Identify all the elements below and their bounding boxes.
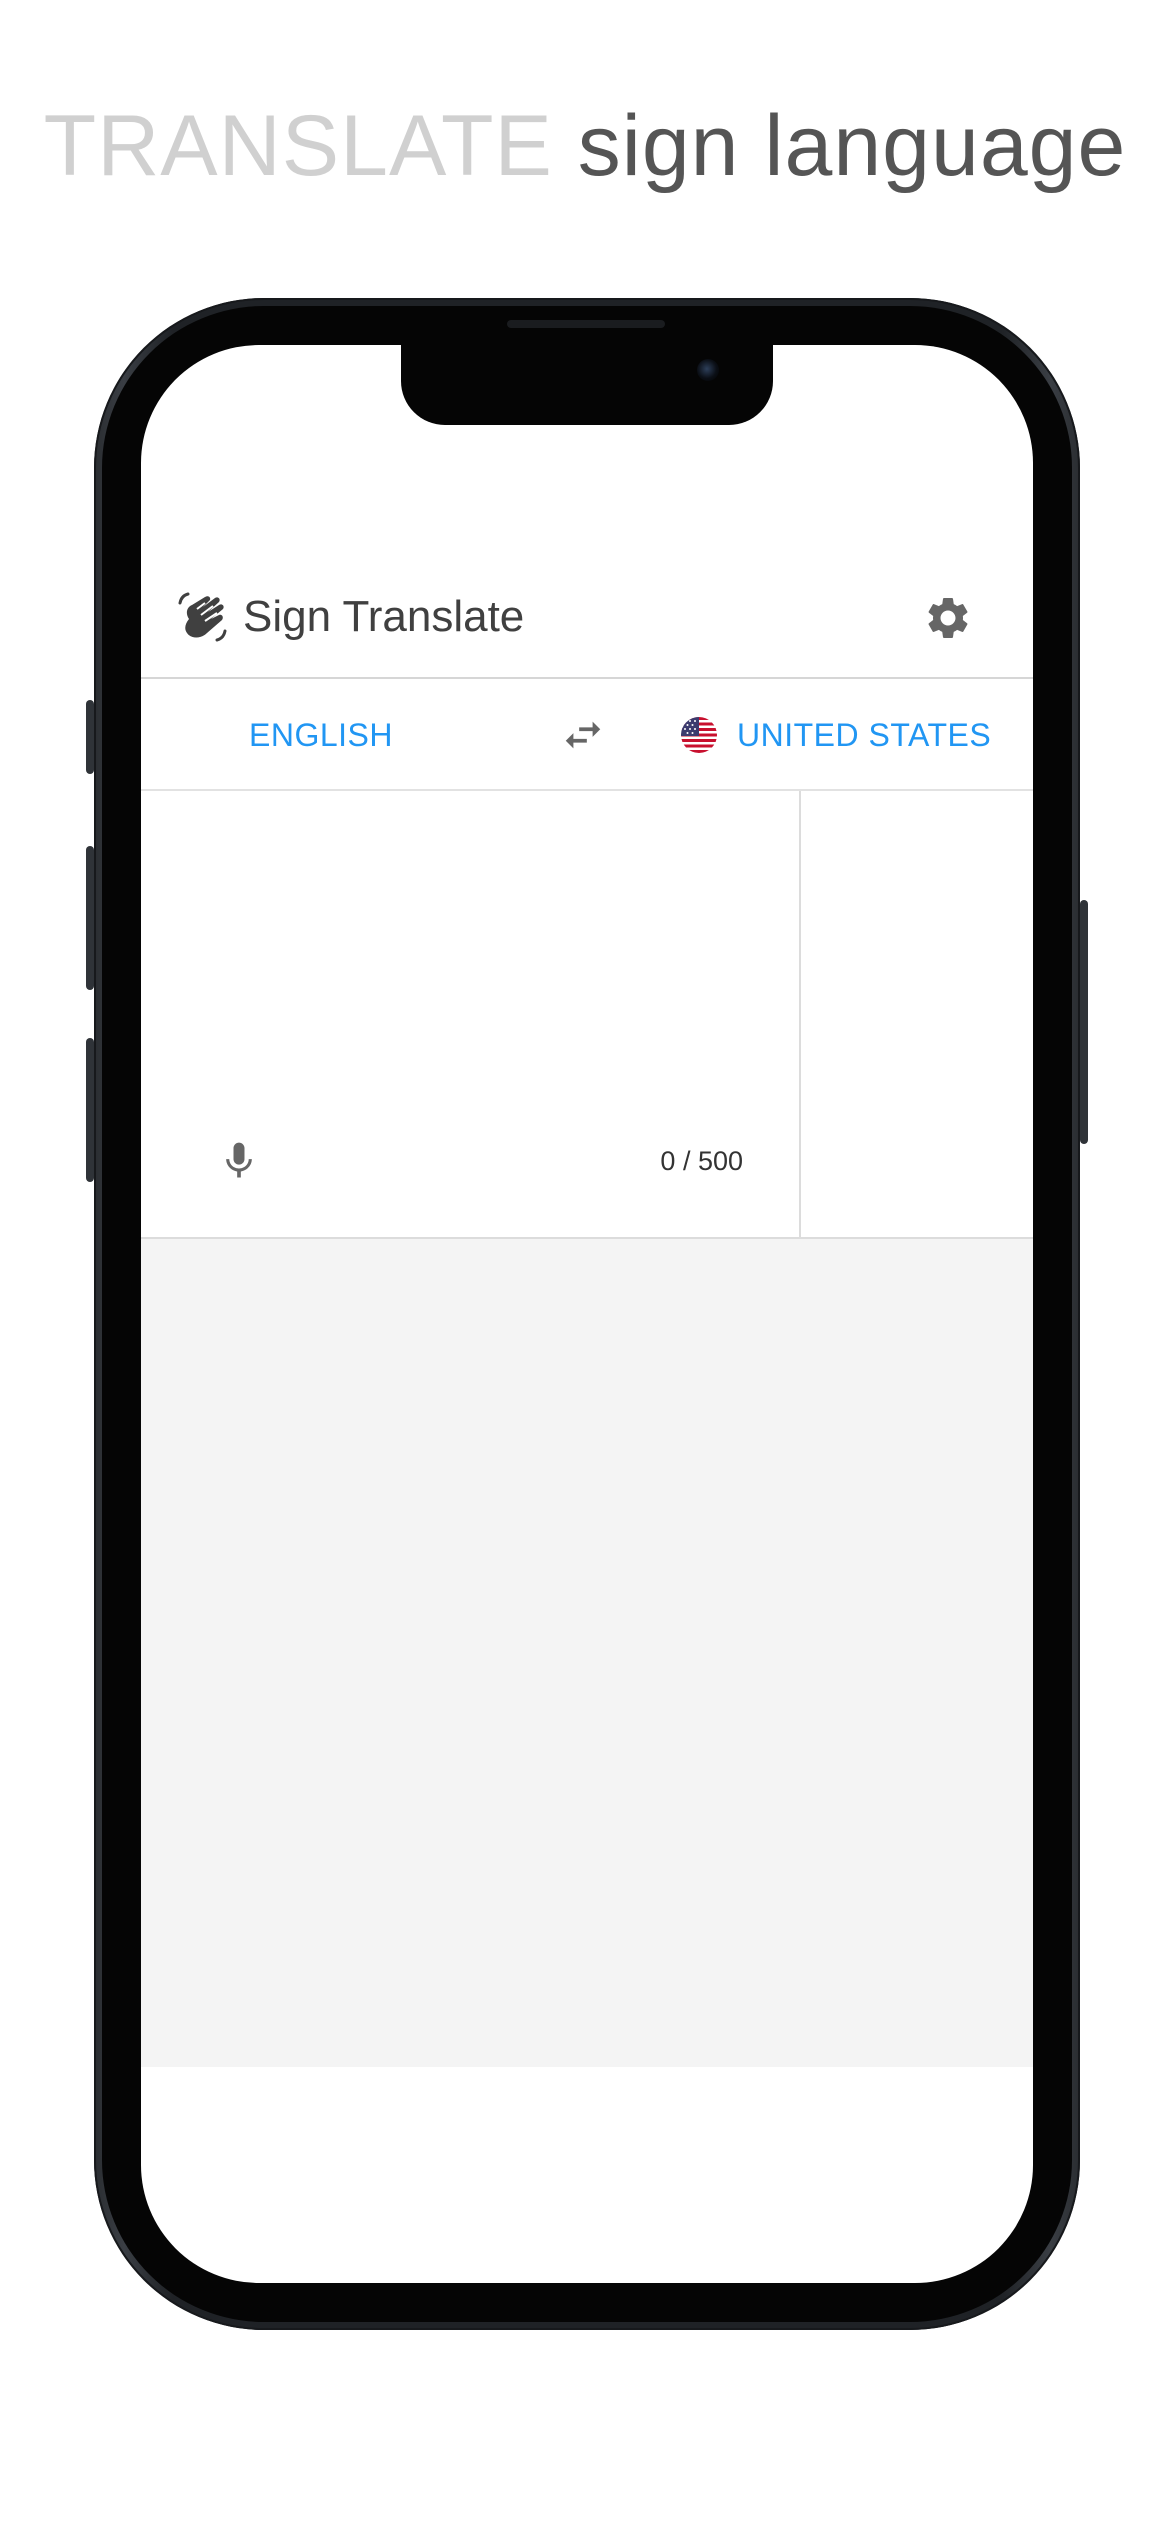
language-bar: ENGLISH UNITED STATES [141, 679, 1033, 791]
phone-power-button [1080, 900, 1088, 1144]
waving-hand-icon [175, 589, 231, 645]
character-count: 0 / 500 [660, 1146, 743, 1176]
output-pane [801, 791, 1033, 1237]
microphone-icon [226, 1142, 252, 1178]
translation-panes: 0 / 500 [141, 791, 1033, 1239]
swap-languages-button[interactable] [557, 709, 609, 761]
phone-volume-down [86, 1038, 94, 1182]
headline-translate: TRANSLATE [43, 98, 553, 194]
promo-screenshot: TRANSLATE sign language Sign Translate E… [0, 0, 1170, 2532]
phone-mute-switch [86, 700, 94, 774]
text-input[interactable] [171, 815, 775, 1119]
front-camera [697, 359, 719, 381]
swap-arrows-icon [565, 721, 601, 749]
app-header: Sign Translate [141, 555, 1033, 679]
promo-headline: TRANSLATE sign language [0, 96, 1170, 196]
source-language-button[interactable]: ENGLISH [221, 711, 421, 759]
phone-screen: Sign Translate ENGLISH UNITED STATES 0 /… [141, 345, 1033, 2283]
target-language-button[interactable]: UNITED STATES [681, 709, 991, 761]
input-pane: 0 / 500 [141, 791, 801, 1237]
phone-notch [401, 345, 773, 425]
microphone-button[interactable] [211, 1133, 267, 1189]
app-title: Sign Translate [243, 592, 525, 641]
sign-output-area [141, 1239, 1033, 2067]
phone-volume-up [86, 846, 94, 990]
phone-speaker [507, 320, 665, 328]
us-flag-icon [681, 717, 717, 753]
gear-icon [928, 598, 968, 638]
settings-button[interactable] [921, 591, 975, 645]
headline-sign-language: sign language [577, 98, 1127, 194]
target-language-label: UNITED STATES [737, 717, 992, 753]
